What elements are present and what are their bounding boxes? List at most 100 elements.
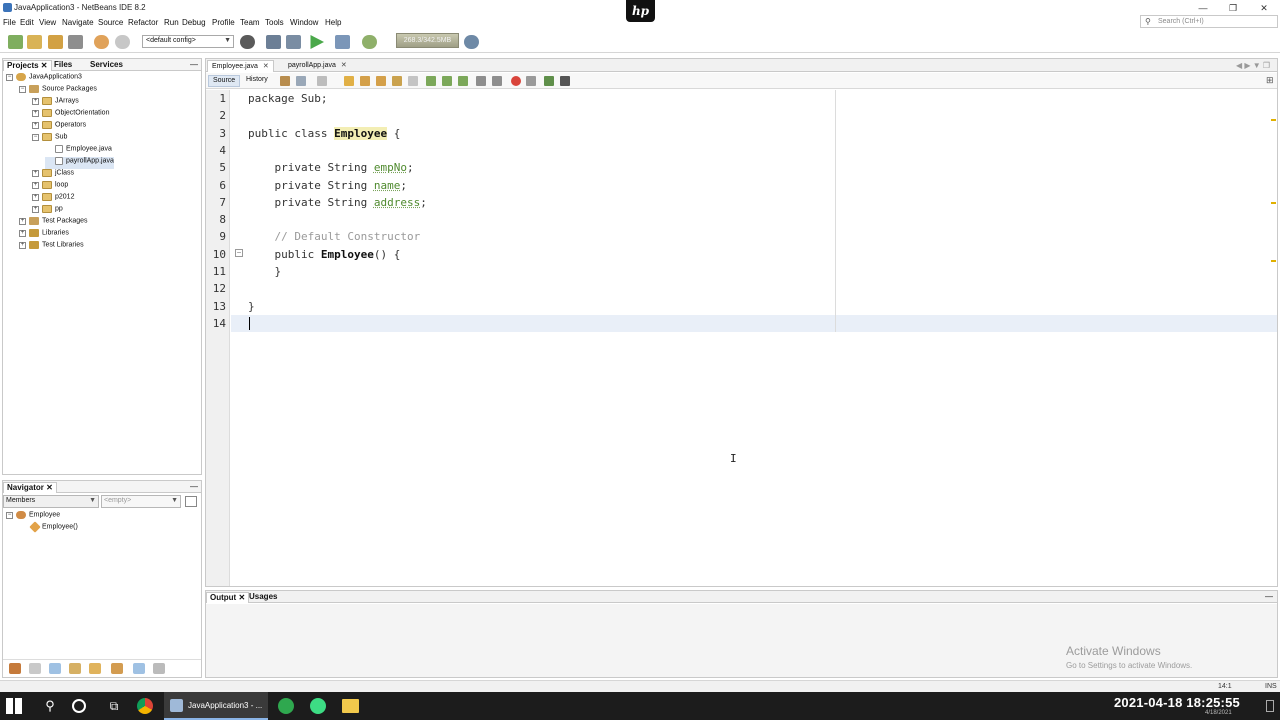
run-icon[interactable] — [310, 35, 324, 49]
tree-item[interactable]: + Test Packages — [19, 217, 88, 229]
tree-item[interactable]: Employee.java — [45, 145, 112, 157]
menu-team[interactable]: Team — [240, 18, 260, 27]
previous-bookmark-icon[interactable] — [426, 76, 436, 86]
history-button[interactable]: History — [242, 75, 272, 87]
stop-macro-icon[interactable] — [526, 76, 536, 86]
config-select[interactable]: <default config> ▼ — [142, 35, 234, 48]
expand-icon[interactable]: + — [19, 241, 26, 249]
start-macro-icon[interactable] — [511, 76, 521, 86]
filter-inner-icon[interactable] — [69, 663, 81, 674]
new-file-icon[interactable] — [8, 35, 23, 49]
find-next-icon[interactable] — [376, 76, 386, 86]
clean-build-icon[interactable] — [286, 35, 301, 49]
members-filter-select[interactable]: Members ▼ — [3, 495, 99, 508]
notification-icon[interactable] — [1266, 700, 1274, 712]
menu-source[interactable]: Source — [98, 18, 123, 27]
minimize-output-icon[interactable]: — — [1262, 592, 1276, 603]
undo-icon[interactable] — [94, 35, 109, 49]
back-icon[interactable] — [296, 76, 306, 86]
tree-item[interactable]: + p2012 — [32, 193, 74, 205]
code-line[interactable]: public Employee() { — [248, 248, 400, 261]
code-line[interactable]: package Sub; — [248, 92, 327, 105]
collapse-icon[interactable]: − — [19, 85, 26, 93]
menu-window[interactable]: Window — [290, 18, 318, 27]
toggle-rect-select-icon[interactable] — [408, 76, 418, 86]
nav-item-class[interactable]: − Employee — [6, 511, 60, 523]
expand-icon[interactable]: + — [32, 121, 39, 129]
find-icon[interactable] — [344, 76, 354, 86]
next-bookmark-icon[interactable] — [442, 76, 452, 86]
tree-item[interactable]: + Libraries — [19, 229, 69, 241]
maximize-button[interactable]: ❐ — [1226, 2, 1240, 14]
file-explorer-icon[interactable] — [342, 699, 359, 713]
system-clock[interactable]: 2021-04-18 18:25:55 — [1114, 695, 1240, 710]
shift-right-icon[interactable] — [492, 76, 502, 86]
garbage-collect-icon[interactable] — [464, 35, 479, 49]
expand-icon[interactable]: + — [32, 97, 39, 105]
tree-item[interactable]: + loop — [32, 181, 68, 193]
find-previous-icon[interactable] — [360, 76, 370, 86]
expand-icon[interactable]: + — [32, 169, 39, 177]
tree-item[interactable]: payrollApp.java — [45, 157, 114, 169]
expand-icon[interactable]: + — [32, 205, 39, 213]
expand-icon[interactable]: + — [32, 109, 39, 117]
last-edit-icon[interactable] — [280, 76, 290, 86]
insert-mode[interactable]: INS — [1265, 683, 1277, 690]
tab-output[interactable]: Output ✕ — [206, 592, 250, 603]
expand-icon[interactable]: + — [32, 181, 39, 189]
globe-icon[interactable] — [240, 35, 255, 49]
tree-item[interactable]: − JavaApplication3 — [6, 73, 82, 85]
tree-item[interactable]: + jClass — [32, 169, 74, 181]
comment-icon[interactable] — [544, 76, 554, 86]
error-stripe-mark[interactable] — [1271, 260, 1276, 262]
split-editor-icon[interactable]: ⊞ — [1266, 75, 1274, 86]
toggle-bookmark-icon[interactable] — [458, 76, 468, 86]
tab-payrollapp-java[interactable]: payrollApp.java ✕ — [284, 60, 351, 72]
navigator-empty-select[interactable]: <empty> ▼ — [101, 495, 181, 508]
task-view-icon[interactable]: ⧉ — [104, 696, 124, 716]
redo-icon[interactable] — [115, 35, 130, 49]
search-input[interactable]: ⚲ Search (Ctrl+I) — [1140, 15, 1278, 28]
menu-run[interactable]: Run — [164, 18, 179, 27]
sort-alpha-icon[interactable] — [153, 663, 165, 674]
menu-navigate[interactable]: Navigate — [62, 18, 94, 27]
tree-item[interactable]: − Source Packages — [19, 85, 97, 97]
shift-left-icon[interactable] — [476, 76, 486, 86]
minimize-navigator-icon[interactable]: — — [187, 482, 201, 493]
menu-refactor[interactable]: Refactor — [128, 18, 158, 27]
tree-item[interactable]: − Sub — [32, 133, 67, 145]
tab-services[interactable]: Services — [87, 60, 126, 71]
code-line[interactable]: private String name; — [248, 179, 406, 192]
minimize-button[interactable]: — — [1196, 2, 1210, 14]
filter-static-icon[interactable] — [29, 663, 41, 674]
collapse-icon[interactable]: − — [6, 73, 13, 81]
debug-icon[interactable] — [335, 35, 350, 49]
forward-icon[interactable] — [317, 76, 327, 86]
memory-indicator[interactable]: 268.3/342.5MB — [396, 33, 459, 48]
menu-profile[interactable]: Profile — [212, 18, 235, 27]
tree-item[interactable]: + Test Libraries — [19, 241, 84, 253]
build-hammer-icon[interactable] — [266, 35, 281, 49]
tab-employee-java[interactable]: Employee.java ✕ — [207, 60, 274, 72]
error-stripe-mark[interactable] — [1271, 202, 1276, 204]
cortana-icon[interactable] — [72, 699, 86, 713]
open-project-icon[interactable] — [48, 35, 63, 49]
search-icon[interactable]: ⚲ — [40, 696, 60, 716]
tab-navigator[interactable]: Navigator ✕ — [3, 482, 57, 493]
menu-help[interactable]: Help — [325, 18, 341, 27]
tree-item[interactable]: + JArrays — [32, 97, 79, 109]
code-line[interactable]: private String address; — [248, 196, 426, 209]
expand-icon[interactable]: + — [32, 193, 39, 201]
save-all-icon[interactable] — [68, 35, 83, 49]
tab-usages[interactable]: Usages — [246, 592, 280, 603]
sort-by-name-icon[interactable] — [133, 663, 145, 674]
expand-icon[interactable]: + — [19, 217, 26, 225]
scroll-tabs-icon[interactable]: ◀ ▶ ▼ ❐ — [1236, 61, 1270, 70]
menu-tools[interactable]: Tools — [265, 18, 284, 27]
code-line[interactable]: // Default Constructor — [248, 230, 420, 243]
close-button[interactable]: ✕ — [1257, 2, 1271, 14]
code-line[interactable]: } — [248, 265, 281, 278]
android-studio-icon[interactable] — [310, 698, 326, 714]
tree-item[interactable]: + pp — [32, 205, 63, 217]
filter-fields-icon[interactable] — [9, 663, 21, 674]
